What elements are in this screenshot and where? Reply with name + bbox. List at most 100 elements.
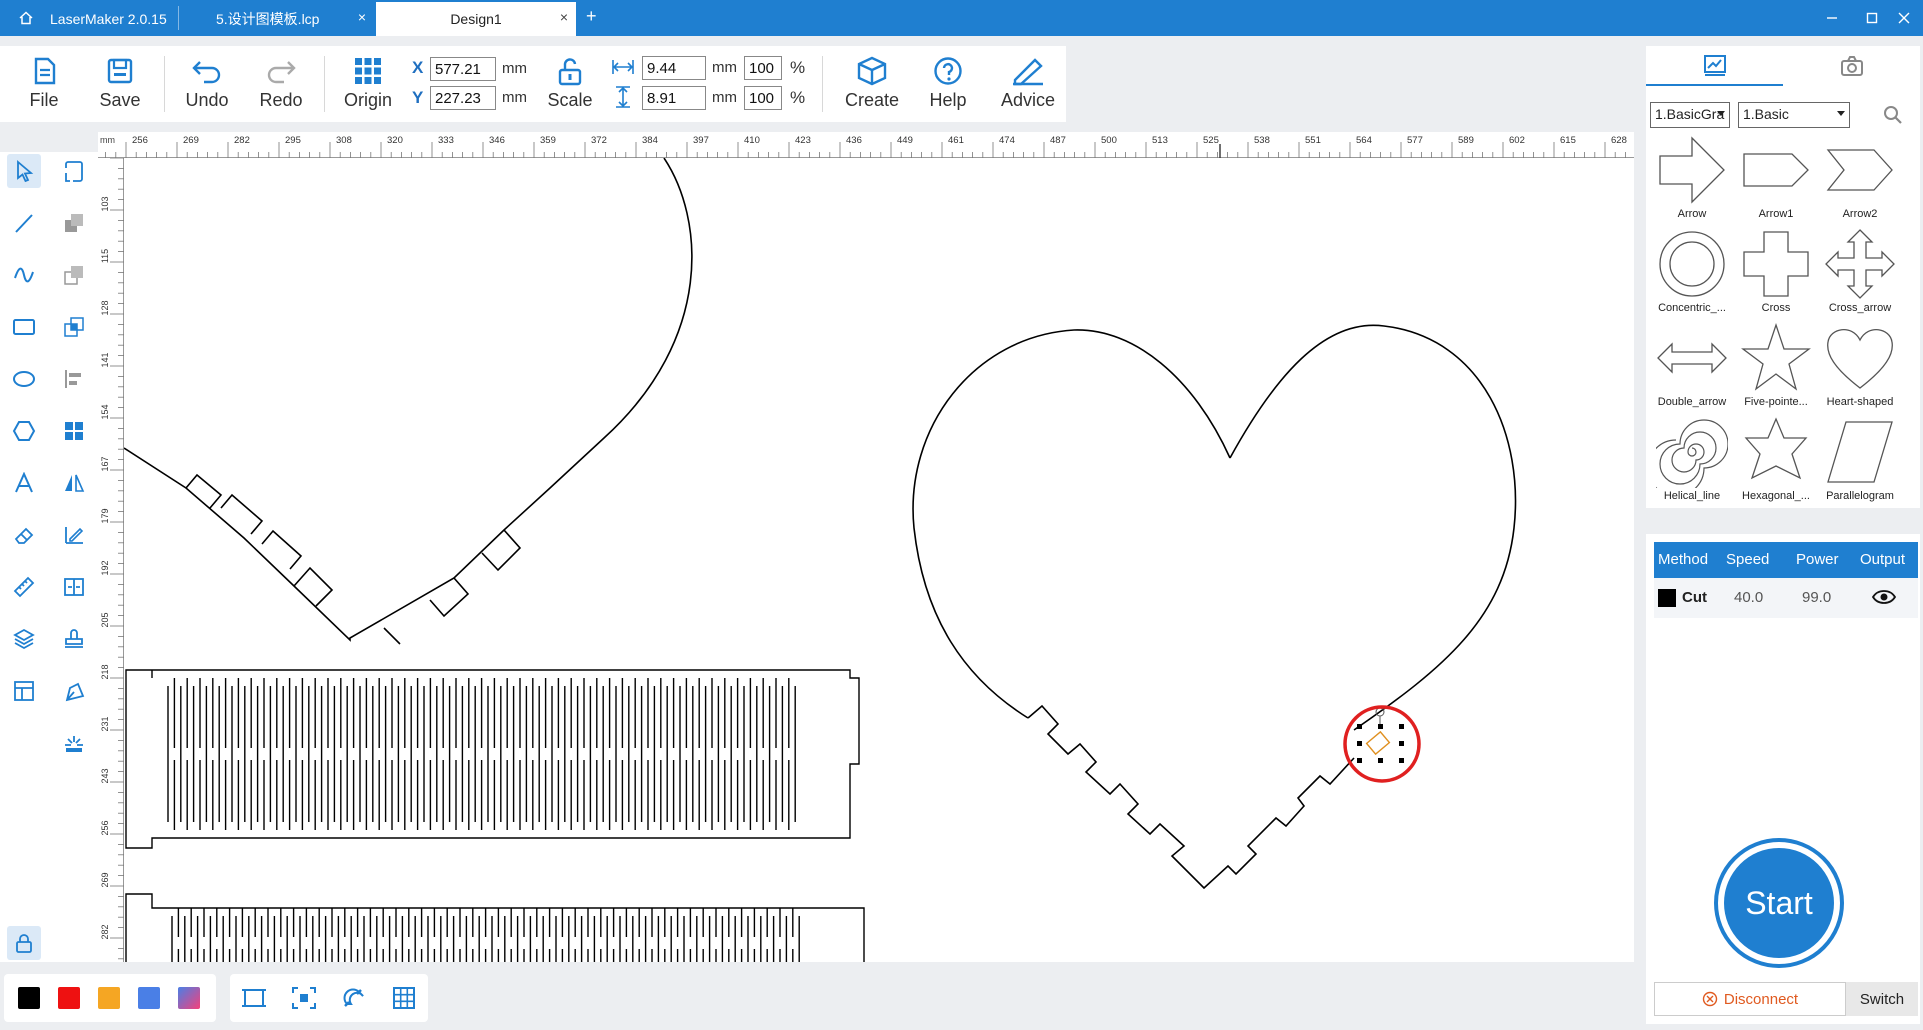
shape-cross-arrow[interactable]: Cross_arrow	[1818, 228, 1902, 320]
text-tool[interactable]	[7, 466, 41, 500]
x-position-input[interactable]	[430, 57, 496, 81]
y-position-input[interactable]	[430, 86, 496, 110]
ellipse-tool[interactable]	[7, 362, 41, 396]
node-edit-tool[interactable]	[57, 154, 91, 188]
advice-button[interactable]: Advice	[992, 46, 1064, 122]
mirror-tool[interactable]	[57, 466, 91, 500]
array-tool[interactable]	[57, 414, 91, 448]
tab-camera[interactable]	[1783, 46, 1920, 86]
scale-lock-button[interactable]: Scale	[534, 46, 606, 122]
search-icon[interactable]	[1882, 104, 1904, 131]
line-tool[interactable]	[7, 206, 41, 240]
tab-shape-library[interactable]	[1646, 46, 1783, 86]
color-swatch-black[interactable]	[18, 987, 40, 1009]
window-close-button[interactable]	[1884, 0, 1923, 36]
eye-icon[interactable]	[1871, 588, 1897, 610]
shape-arrow1[interactable]: Arrow1	[1734, 134, 1818, 226]
pen-tool[interactable]	[57, 674, 91, 708]
shape-hexagonal-star[interactable]: Hexagonal_...	[1734, 416, 1818, 508]
canvas-drawing[interactable]	[124, 158, 1634, 962]
start-button[interactable]: Start	[1714, 838, 1844, 968]
ruler-tick-label: 308	[336, 135, 352, 146]
disconnect-button[interactable]: Disconnect	[1654, 982, 1846, 1016]
distribute-tool[interactable]	[57, 570, 91, 604]
layer-color-swatch[interactable]	[1658, 589, 1676, 607]
color-swatch-blue[interactable]	[138, 987, 160, 1009]
large-heart-shape[interactable]	[124, 158, 693, 645]
vertical-ruler[interactable]: 9010311512814115416717919220521823124325…	[98, 158, 124, 962]
magnet-snap-button[interactable]	[340, 984, 368, 1012]
ruler-tick-label: 551	[1305, 135, 1321, 146]
subcategory-select[interactable]: 1.Basic	[1738, 102, 1850, 128]
template-tool[interactable]	[7, 674, 41, 708]
align-tool[interactable]	[57, 362, 91, 396]
living-hinge-strip-bottom[interactable]	[125, 893, 865, 962]
intersect-tool[interactable]	[57, 310, 91, 344]
union-tool[interactable]	[57, 206, 91, 240]
layer-method[interactable]: Cut	[1682, 589, 1707, 606]
horizontal-ruler[interactable]: mm 256 269 282 295 308 320 333 346 359 372 384 397 41…	[98, 132, 1634, 158]
lock-tool[interactable]	[7, 926, 41, 960]
shape-arrow[interactable]: Arrow	[1650, 134, 1734, 226]
home-icon[interactable]	[12, 0, 40, 36]
layer-power[interactable]: 99.0	[1802, 589, 1831, 606]
shape-concentric[interactable]: Concentric_...	[1650, 228, 1734, 320]
close-icon[interactable]: ×	[560, 9, 568, 25]
fit-page-button[interactable]	[240, 984, 268, 1012]
arrow1-icon	[1743, 153, 1809, 187]
category-select[interactable]: 1.BasicGra	[1650, 102, 1730, 128]
selection-handles[interactable]	[1357, 724, 1404, 763]
design-canvas[interactable]	[124, 158, 1634, 962]
layer-row[interactable]: Cut 40.0 99.0	[1654, 578, 1918, 618]
layer-speed[interactable]: 40.0	[1734, 589, 1763, 606]
drawing-board-tool[interactable]	[57, 518, 91, 552]
height-input[interactable]	[642, 86, 706, 110]
selected-object[interactable]	[1343, 705, 1421, 783]
star-icon	[1741, 322, 1811, 391]
polygon-tool[interactable]	[7, 414, 41, 448]
save-button[interactable]: Save	[84, 46, 156, 122]
redo-button[interactable]: Redo	[245, 46, 317, 122]
color-swatch-more[interactable]	[178, 987, 200, 1009]
width-percent-input[interactable]	[744, 56, 782, 80]
shape-cross[interactable]: Cross	[1734, 228, 1818, 320]
shape-helical-line[interactable]: Helical_line	[1650, 416, 1734, 508]
create-button[interactable]: Create	[836, 46, 908, 122]
stamp-icon	[65, 629, 83, 648]
tab-design1[interactable]: Design1 ×	[376, 2, 576, 36]
shape-arrow2[interactable]: Arrow2	[1818, 134, 1902, 226]
help-button[interactable]: Help	[912, 46, 984, 122]
header-power: Power	[1796, 551, 1839, 568]
color-palette-bar	[4, 974, 216, 1022]
switch-button[interactable]: Switch	[1846, 982, 1918, 1016]
measure-tool[interactable]	[7, 570, 41, 604]
layers-tool[interactable]	[7, 622, 41, 656]
origin-button[interactable]: Origin	[332, 46, 404, 122]
subtract-tool[interactable]	[57, 258, 91, 292]
grid-toggle-button[interactable]	[390, 984, 418, 1012]
add-tab-button[interactable]: +	[586, 6, 597, 27]
eraser-tool[interactable]	[7, 518, 41, 552]
width-input[interactable]	[642, 56, 706, 80]
living-hinge-strip-top[interactable]	[125, 669, 860, 849]
tab-file[interactable]: 5.设计图模板.lcp ×	[180, 2, 374, 36]
rectangle-tool[interactable]	[7, 310, 41, 344]
stamp-tool[interactable]	[57, 622, 91, 656]
heart-shape[interactable]	[912, 324, 1517, 890]
select-tool[interactable]	[7, 154, 41, 188]
shape-five-pointed-star[interactable]: Five-pointe...	[1734, 322, 1818, 414]
fit-selection-button[interactable]	[290, 984, 318, 1012]
shape-parallelogram[interactable]: Parallelogram	[1818, 416, 1902, 508]
shape-double-arrow[interactable]: Double_arrow	[1650, 322, 1734, 414]
shape-heart[interactable]: Heart-shaped	[1818, 322, 1902, 414]
header-method: Method	[1658, 551, 1709, 568]
laser-tool[interactable]	[57, 726, 91, 760]
height-percent-input[interactable]	[744, 86, 782, 110]
color-swatch-orange[interactable]	[98, 987, 120, 1009]
file-button[interactable]: File	[8, 46, 80, 122]
curve-tool[interactable]	[7, 258, 41, 292]
color-swatch-red[interactable]	[58, 987, 80, 1009]
close-icon[interactable]: ×	[358, 9, 366, 25]
minimize-button[interactable]	[1812, 0, 1852, 36]
undo-button[interactable]: Undo	[171, 46, 243, 122]
